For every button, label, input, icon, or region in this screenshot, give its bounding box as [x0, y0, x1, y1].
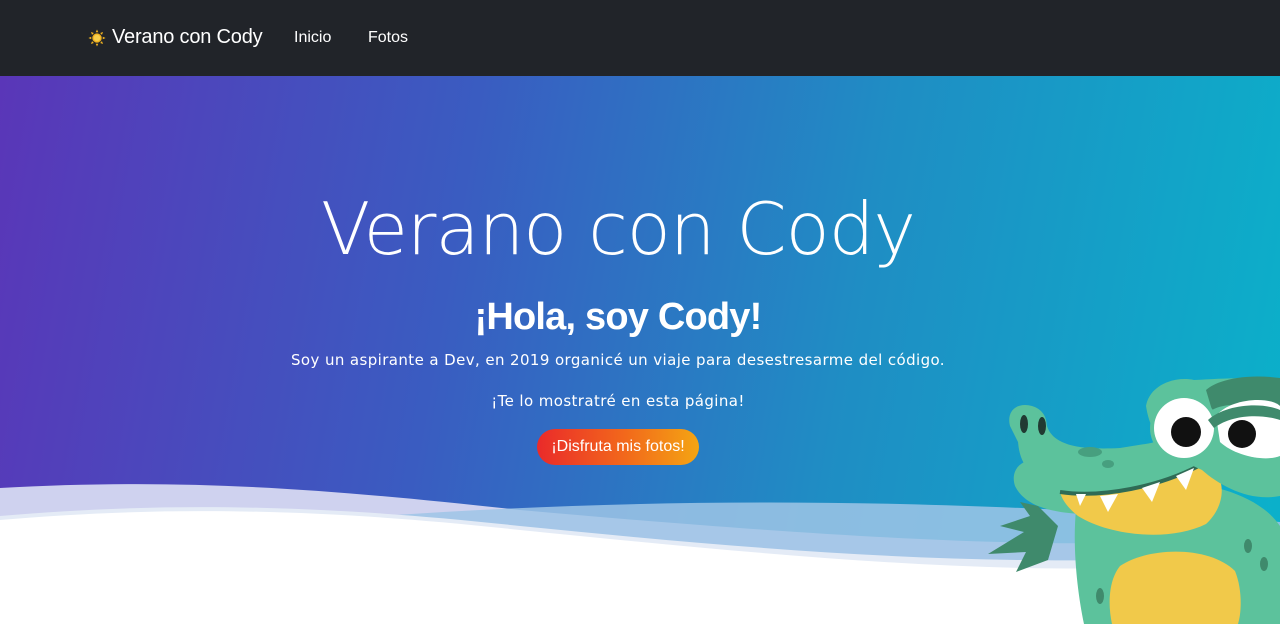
nav-link-inicio[interactable]: Inicio	[294, 29, 331, 47]
hero-intro-text: Soy un aspirante a Dev, en 2019 organicé…	[291, 351, 945, 369]
crocodile-mascot-icon	[988, 376, 1280, 624]
sun-icon	[88, 28, 106, 47]
hero-subtitle: ¡Hola, soy Cody!	[474, 296, 762, 338]
nav-link-fotos[interactable]: Fotos	[368, 29, 408, 47]
hero-title: Verano con Cody	[320, 187, 916, 271]
brand-link[interactable]: Verano con Cody	[88, 26, 263, 49]
brand-label: Verano con Cody	[112, 26, 263, 48]
top-navbar: Verano con Cody Inicio Fotos	[0, 0, 1280, 76]
hero-section: Verano con Cody ¡Hola, soy Cody! Soy un …	[0, 76, 1280, 624]
enjoy-photos-button[interactable]: ¡Disfruta mis fotos!	[537, 429, 699, 465]
